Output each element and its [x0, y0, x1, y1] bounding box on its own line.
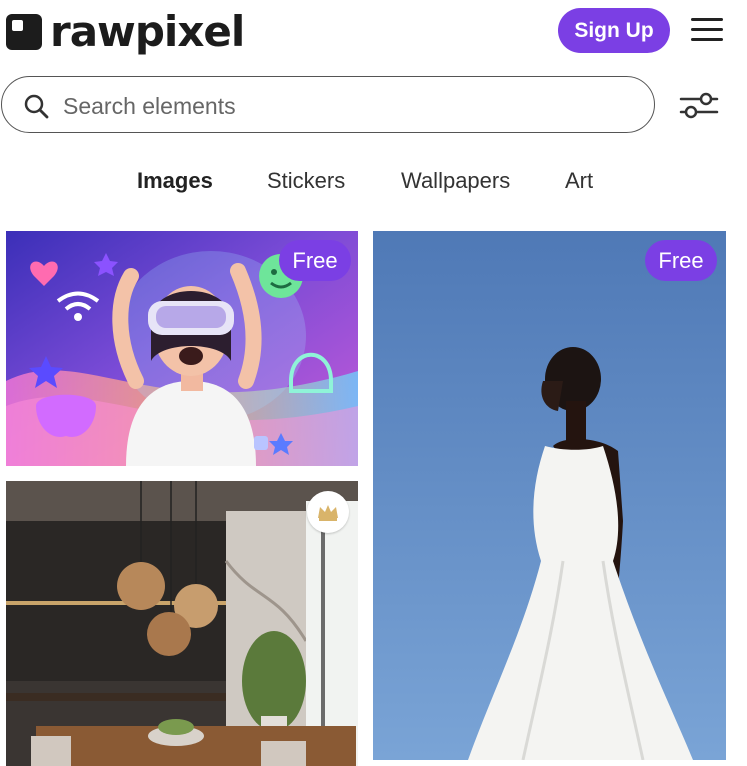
- crown-icon: [318, 505, 338, 521]
- search-bar[interactable]: [1, 76, 655, 133]
- rawpixel-page: rawpixel Sign Up Images Stickers Wallpap…: [0, 0, 747, 766]
- filter-sliders-icon[interactable]: [679, 89, 719, 123]
- tab-wallpapers[interactable]: Wallpapers: [401, 168, 510, 194]
- category-tabs: Images Stickers Wallpapers Art: [0, 168, 747, 202]
- free-badge: Free: [645, 240, 717, 281]
- image-tile-vr[interactable]: Free: [6, 231, 358, 466]
- hamburger-menu-icon[interactable]: [691, 18, 723, 42]
- search-input[interactable]: [61, 87, 625, 125]
- tab-images[interactable]: Images: [137, 168, 213, 194]
- tab-stickers[interactable]: Stickers: [267, 168, 345, 194]
- rawpixel-logo[interactable]: rawpixel: [6, 7, 245, 56]
- top-header: rawpixel Sign Up: [0, 0, 747, 66]
- woman-white-dress-image: [373, 231, 726, 760]
- free-badge: Free: [279, 240, 351, 281]
- tab-art[interactable]: Art: [565, 168, 593, 194]
- search-icon: [24, 94, 49, 119]
- image-tile-dress[interactable]: Free: [373, 231, 726, 760]
- kitchen-interior-image: [6, 481, 358, 766]
- image-tile-kitchen[interactable]: [6, 481, 358, 766]
- sign-up-button[interactable]: Sign Up: [558, 8, 670, 53]
- crown-premium-badge: [307, 491, 349, 533]
- logo-text: rawpixel: [50, 7, 245, 56]
- logo-mark-icon: [6, 14, 42, 50]
